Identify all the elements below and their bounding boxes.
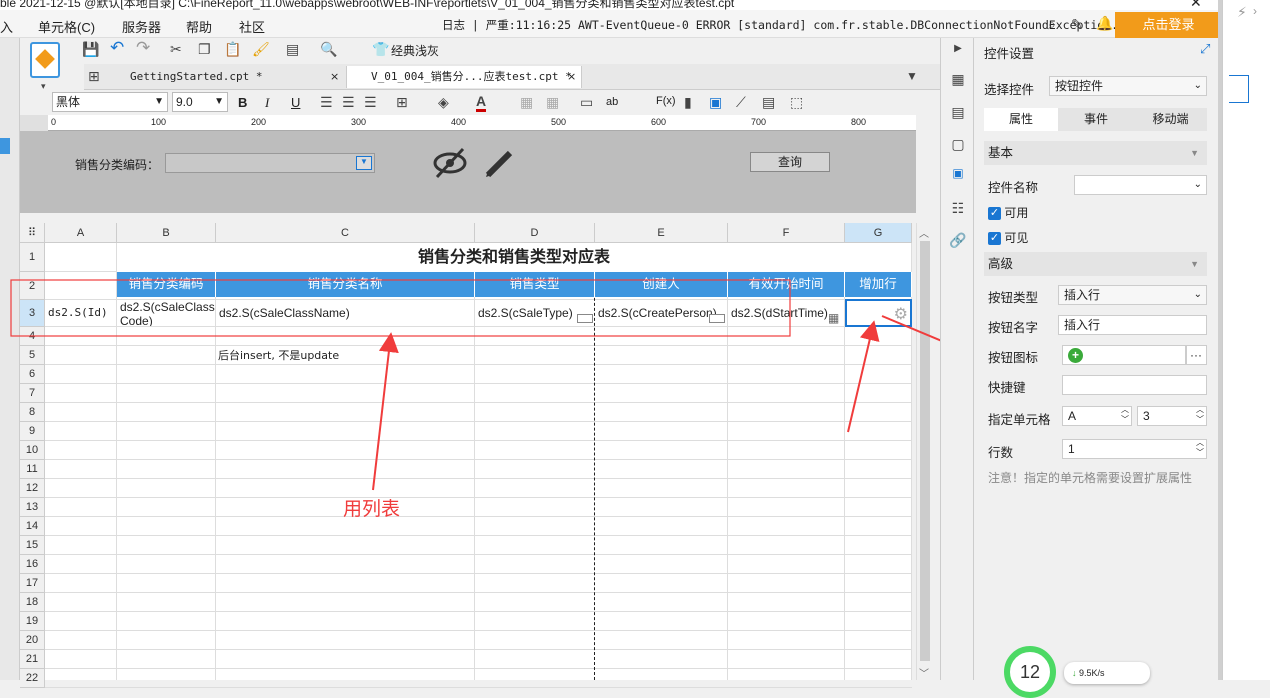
row-count-label: 行数 (988, 446, 1014, 460)
speed-pill[interactable]: ↓ 9.5K/s (1064, 662, 1150, 684)
spinner-icon[interactable]: ︿ ﹀ (1196, 438, 1204, 458)
target-cell-label: 指定单元格 (988, 413, 1051, 427)
annotation-box (10, 279, 791, 337)
tab-events[interactable]: 事件 (1058, 108, 1134, 131)
browse-icon-button[interactable]: ··· (1186, 345, 1207, 365)
section-basic[interactable]: 基本 ▼ (984, 141, 1207, 165)
spinner-icon[interactable]: ︿ ﹀ (1121, 405, 1129, 425)
annotation-arrow (847, 320, 880, 433)
right-edge-panel: ⚡ › (1222, 0, 1270, 680)
data-column-icon[interactable]: ☷ (945, 200, 971, 222)
button-type-select[interactable]: 插入行 ⌄ (1058, 285, 1207, 305)
button-name-input[interactable]: 插入行 (1058, 315, 1207, 335)
enabled-checkbox[interactable]: ✓ 可用 (988, 204, 1028, 221)
arrow-down-icon: ↓ (1072, 668, 1077, 678)
widget-type-value: 按钮控件 (1055, 79, 1104, 93)
collapse-icon[interactable]: ▶ (945, 43, 971, 65)
condition-icon[interactable]: ▢ (945, 136, 971, 158)
button-name-label: 按钮名字 (988, 321, 1039, 335)
cell-attr-icon[interactable]: ▦ (945, 71, 971, 93)
section-basic-label: 基本 (988, 146, 1014, 160)
add-icon: + (1068, 348, 1083, 363)
select-widget-label: 选择控件 (984, 83, 1035, 97)
speed-badge[interactable]: 12 (1004, 646, 1056, 698)
chevron-down-icon: ▼ (1190, 259, 1199, 269)
visible-checkbox[interactable]: ✓ 可见 (988, 229, 1028, 246)
widget-name-label: 控件名称 (988, 181, 1039, 195)
section-advanced[interactable]: 高级 ▼ (984, 252, 1207, 276)
target-col-input[interactable]: A ︿ ﹀ (1062, 405, 1132, 426)
check-icon: ✓ (988, 232, 1001, 246)
chevron-down-icon: ⌄ (1193, 179, 1202, 190)
bolt-icon[interactable]: ⚡ (1237, 4, 1247, 21)
button-type-label: 按钮类型 (988, 291, 1039, 305)
target-col-value: A (1068, 409, 1077, 423)
speed-value: 9.5K/s (1079, 668, 1105, 678)
button-icon-label: 按钮图标 (988, 351, 1039, 365)
enabled-label: 可用 (1004, 206, 1029, 220)
annotation-label: 用列表 (343, 499, 401, 520)
panel-tabs: 属性 事件 移动端 (984, 108, 1207, 131)
widget-type-select[interactable]: 按钮控件 ⌄ (1049, 76, 1207, 96)
divider (1218, 0, 1222, 680)
chevron-down-icon: ▼ (1190, 148, 1199, 158)
check-icon: ✓ (988, 207, 1001, 221)
chevron-down-icon: ⌄ (1193, 289, 1202, 300)
widget-settings-panel: 控件设置 ⤢ 选择控件 按钮控件 ⌄ 属性 事件 移动端 基本 ▼ 控件名称 ⌄ ✓… (973, 38, 1222, 698)
chevron-down-icon: ⌄ (1193, 80, 1202, 91)
button-type-value: 插入行 (1064, 288, 1101, 302)
tab-mobile[interactable]: 移动端 (1134, 108, 1207, 131)
side-icon-strip: ▶ ▦ ▤ ▢ ▣ ☷ 🔗 (940, 38, 973, 680)
spinner-icon[interactable]: ︿ ﹀ (1196, 405, 1204, 425)
hyperlink-icon[interactable]: 🔗 (945, 232, 971, 254)
right-edge-button[interactable] (1229, 75, 1249, 103)
cell-element-icon[interactable]: ▤ (945, 104, 971, 126)
chevron-icon[interactable]: › (1253, 4, 1257, 18)
button-icon-field[interactable]: + (1062, 345, 1186, 365)
tab-properties[interactable]: 属性 (984, 108, 1058, 131)
target-row-input[interactable]: 3 ︿ ﹀ (1137, 405, 1207, 426)
row-count-value: 1 (1068, 442, 1075, 456)
widget-name-input[interactable]: ⌄ (1074, 175, 1207, 195)
widget-settings-icon[interactable]: ▣ (945, 166, 971, 188)
shortcut-input[interactable] (1062, 375, 1207, 395)
row-count-input[interactable]: 1 ︿ ﹀ (1062, 438, 1207, 459)
button-name-value: 插入行 (1064, 318, 1101, 332)
grid-line (45, 687, 912, 688)
shortcut-label: 快捷键 (988, 381, 1026, 395)
annotation-arrow (372, 332, 399, 491)
panel-title: 控件设置 (984, 47, 1035, 61)
expand-icon[interactable]: ⤢ (1200, 41, 1210, 57)
section-advanced-label: 高级 (988, 257, 1014, 271)
panel-note: 注意！指定的单元格需要设置扩展属性 (988, 471, 1193, 485)
close-window-icon[interactable]: ✕ (1190, 0, 1202, 11)
visible-label: 可见 (1004, 231, 1029, 245)
target-row-value: 3 (1143, 409, 1150, 423)
